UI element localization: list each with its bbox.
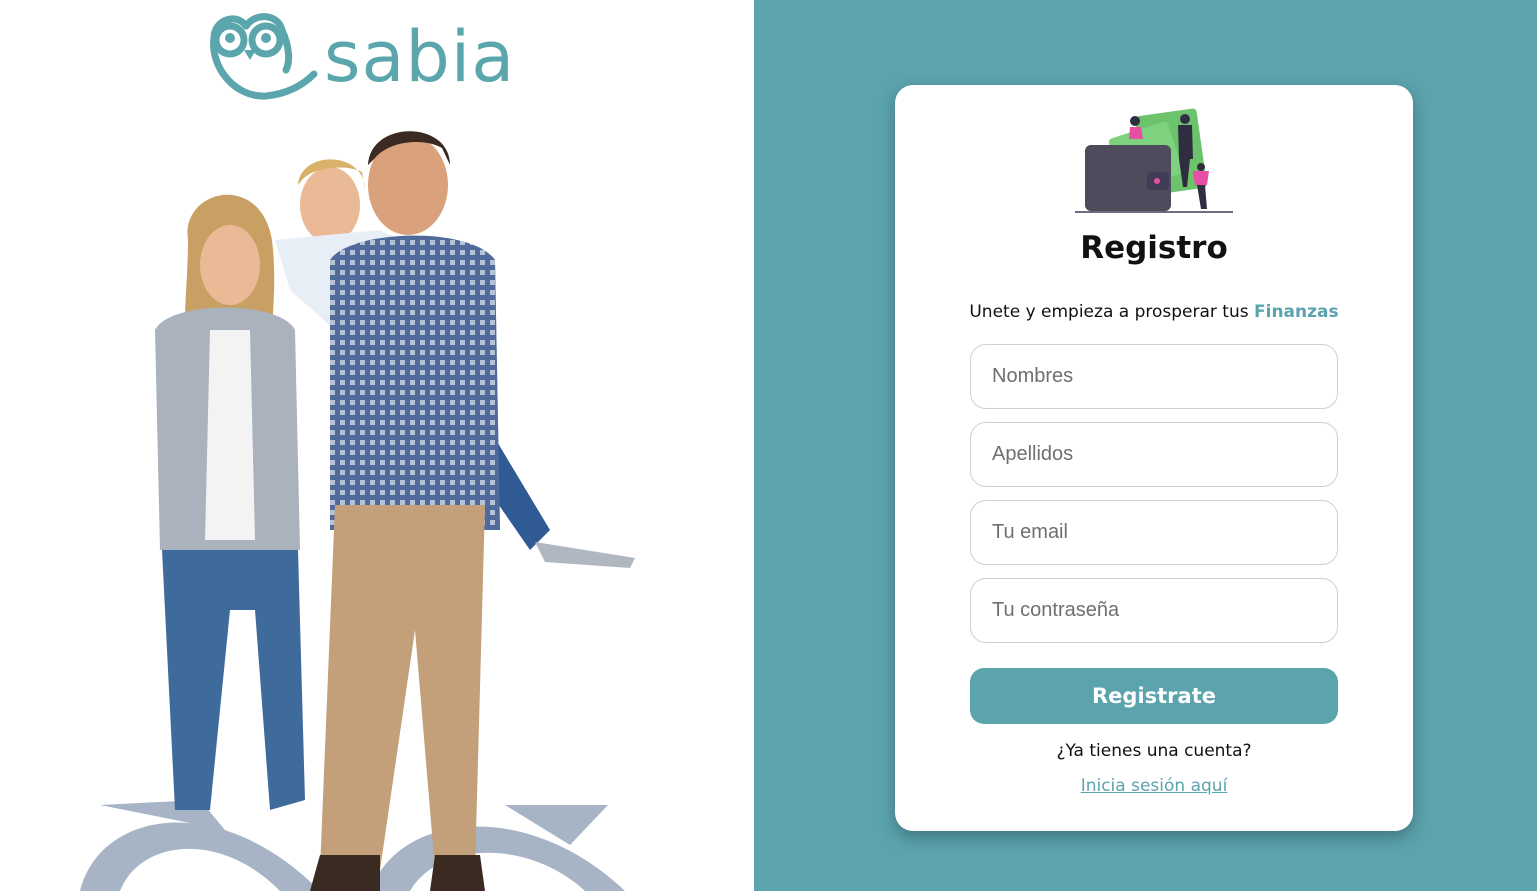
subtitle-highlight: Finanzas — [1254, 302, 1339, 322]
email-field[interactable] — [970, 500, 1338, 565]
register-button[interactable]: Registrate — [970, 668, 1338, 724]
subtitle: Unete y empieza a prosperar tus Finanzas — [895, 302, 1413, 322]
account-question: ¿Ya tienes una cuenta? — [1056, 741, 1252, 761]
page-title: Registro — [1080, 230, 1228, 266]
register-card: Registro Unete y empieza a prosperar tus… — [895, 85, 1413, 831]
owl-logo-icon — [210, 13, 318, 100]
family-photo — [80, 131, 635, 891]
subtitle-text: Unete y empieza a prosperar tus — [969, 302, 1249, 322]
sabia-logo[interactable]: sabia — [206, 8, 515, 104]
brand-name: sabia — [324, 16, 516, 98]
left-panel: sabia — [0, 0, 754, 891]
login-link[interactable]: Inicia sesión aquí — [895, 776, 1413, 796]
password-field[interactable] — [970, 578, 1338, 643]
last-name-field[interactable] — [970, 422, 1338, 487]
first-name-field[interactable] — [970, 344, 1338, 409]
wallet-illustration — [1075, 108, 1233, 213]
